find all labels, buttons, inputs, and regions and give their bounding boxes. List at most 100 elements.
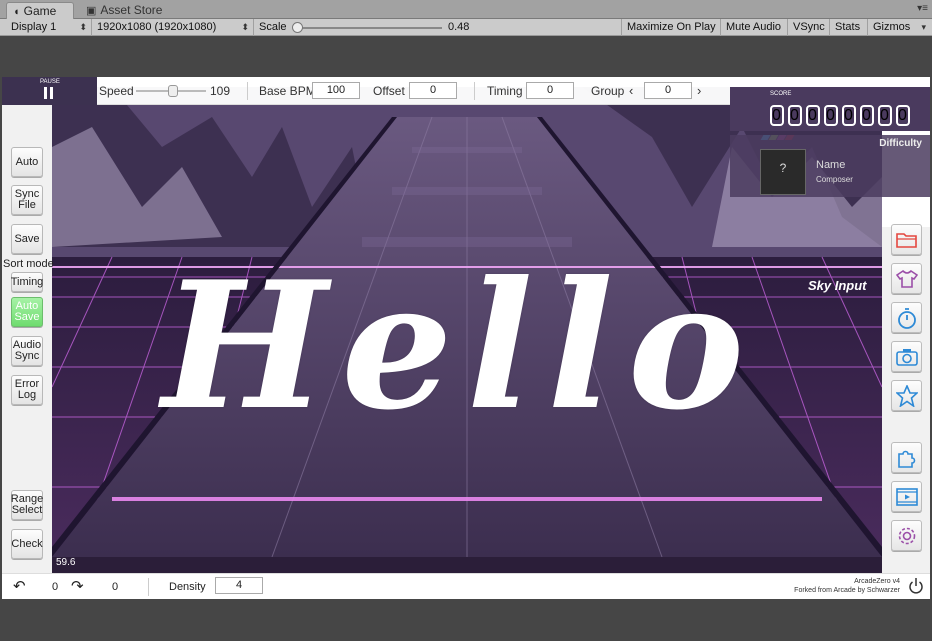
range-select-label-2: Select <box>11 504 43 516</box>
undo-count: 0 <box>52 581 59 593</box>
score-digit: 0 <box>770 105 784 126</box>
audio-sync-button[interactable]: Audio Sync <box>11 336 43 366</box>
video-button[interactable] <box>891 481 922 512</box>
display-dropdown[interactable]: Display 1 ⬍ <box>6 19 92 36</box>
left-tool-panel: Auto Sync File Save Sort mode Timing Auto… <box>2 105 54 573</box>
pause-label: PAUSE <box>40 79 60 85</box>
song-info-panel: Difficulty ? Name Composer <box>730 135 930 197</box>
bag-icon: ▣ <box>86 5 97 17</box>
redo-icon[interactable]: ↷ <box>71 577 84 595</box>
pacman-icon: ◖ <box>13 6 20 18</box>
power-icon <box>909 578 923 594</box>
open-folder-button[interactable] <box>891 224 922 255</box>
base-bpm-input[interactable]: 100 <box>312 82 360 99</box>
folder-icon <box>895 232 917 248</box>
divider <box>148 578 149 596</box>
group-next-icon[interactable]: › <box>697 83 701 99</box>
song-composer: Composer <box>816 175 853 184</box>
power-button[interactable] <box>908 577 924 595</box>
auto-button[interactable]: Auto <box>11 147 43 177</box>
editor-bottom-bar: ↶ 0 ↷ 0 Density 4 ArcadeZero v4 Forked f… <box>2 573 930 599</box>
scale-label: Scale <box>259 21 287 33</box>
sync-file-button[interactable]: Sync File <box>11 185 43 215</box>
credit-label: Forked from Arcade by Schwarzer <box>794 587 900 594</box>
timing-label: Timing <box>487 84 523 98</box>
vsync-toggle[interactable]: VSync <box>788 19 830 36</box>
sort-mode-label: Sort mode <box>3 258 54 270</box>
shirt-icon <box>895 269 918 288</box>
editor-tab-bar: ◖ Game ▣ Asset Store ▾≡ <box>0 0 932 19</box>
display-value: Display 1 <box>11 21 57 33</box>
auto-save-toggle[interactable]: Auto Save <box>11 297 43 327</box>
pause-button[interactable] <box>44 87 54 99</box>
gizmos-dropdown[interactable]: Gizmos ▾ <box>868 19 928 36</box>
camera-icon <box>895 348 918 366</box>
gizmos-label: Gizmos <box>873 21 911 33</box>
check-button-label: Check <box>11 537 43 550</box>
score-label: SCORE <box>770 91 792 97</box>
right-tool-panel <box>882 224 930 573</box>
speed-label: Speed <box>99 84 134 98</box>
save-button[interactable]: Save <box>11 224 43 254</box>
resolution-value: 1920x1080 (1920x1080) <box>97 21 217 33</box>
tab-game-label: Game <box>23 4 57 18</box>
song-jacket[interactable]: ? <box>760 149 806 195</box>
offset-input[interactable]: 0 <box>409 82 457 99</box>
stats-label: Stats <box>835 21 861 33</box>
sync-file-label-2: File <box>18 199 36 211</box>
scale-value: 0.48 <box>448 21 470 33</box>
maximize-on-play-toggle[interactable]: Maximize On Play <box>622 19 721 36</box>
gear-icon <box>898 527 915 544</box>
sky-input-label: Sky Input <box>808 278 867 293</box>
check-button[interactable]: Check <box>11 529 43 559</box>
score-digit: 0 <box>842 105 856 126</box>
save-button-label: Save <box>14 232 40 245</box>
score-digit: 0 <box>824 105 838 126</box>
stats-toggle[interactable]: Stats <box>830 19 868 36</box>
pause-icon <box>44 87 53 99</box>
chevron-updown-icon: ⬍ <box>79 22 87 32</box>
vsync-label: VSync <box>793 21 825 33</box>
resolution-dropdown[interactable]: 1920x1080 (1920x1080) ⬍ <box>92 19 254 36</box>
mute-audio-toggle[interactable]: Mute Audio <box>721 19 788 36</box>
scale-slider-thumb[interactable] <box>292 22 303 33</box>
song-name: Name <box>816 159 846 171</box>
tab-asset-store[interactable]: ▣ Asset Store <box>80 2 180 19</box>
score-digit: 0 <box>788 105 802 126</box>
tab-menu-icon[interactable]: ▾≡ <box>917 3 928 14</box>
base-bpm-label: Base BPM <box>259 84 316 98</box>
tab-game[interactable]: ◖ Game <box>6 2 74 19</box>
game-view-toolbar: Display 1 ⬍ 1920x1080 (1920x1080) ⬍ Scale … <box>0 19 932 36</box>
range-select-button[interactable]: Range Select <box>11 490 43 520</box>
favorite-button[interactable] <box>891 380 922 411</box>
sort-timing-button[interactable]: Timing <box>11 272 43 292</box>
plugins-button[interactable] <box>891 442 922 473</box>
divider <box>474 82 475 100</box>
film-icon <box>895 487 918 506</box>
group-input[interactable]: 0 <box>644 82 692 99</box>
error-log-button[interactable]: Error Log <box>11 375 43 405</box>
sort-timing-label: Timing <box>10 275 44 288</box>
mute-label: Mute Audio <box>726 21 782 33</box>
chevron-down-icon: ▾ <box>921 22 926 32</box>
settings-button[interactable] <box>891 520 922 551</box>
group-prev-icon[interactable]: ‹ <box>629 83 633 99</box>
timing-input[interactable]: 0 <box>526 82 574 99</box>
skin-button[interactable] <box>891 263 922 294</box>
auto-save-label-2: Save <box>14 311 40 323</box>
chevron-updown-icon: ⬍ <box>241 22 249 32</box>
redo-count: 0 <box>112 581 119 593</box>
density-input[interactable]: 4 <box>215 577 263 594</box>
scale-slider-track[interactable] <box>294 27 442 29</box>
group-label: Group <box>591 84 625 98</box>
screenshot-button[interactable] <box>891 341 922 372</box>
undo-icon[interactable]: ↶ <box>13 577 26 595</box>
error-log-label-2: Log <box>17 389 37 401</box>
density-label: Density <box>169 581 206 593</box>
score-digit: 0 <box>878 105 892 126</box>
speed-slider-thumb[interactable] <box>168 85 178 97</box>
puzzle-icon <box>897 450 915 468</box>
difficulty-label: Difficulty <box>879 138 922 149</box>
speed-value: 109 <box>210 84 231 98</box>
timing-tool-button[interactable] <box>891 302 922 333</box>
